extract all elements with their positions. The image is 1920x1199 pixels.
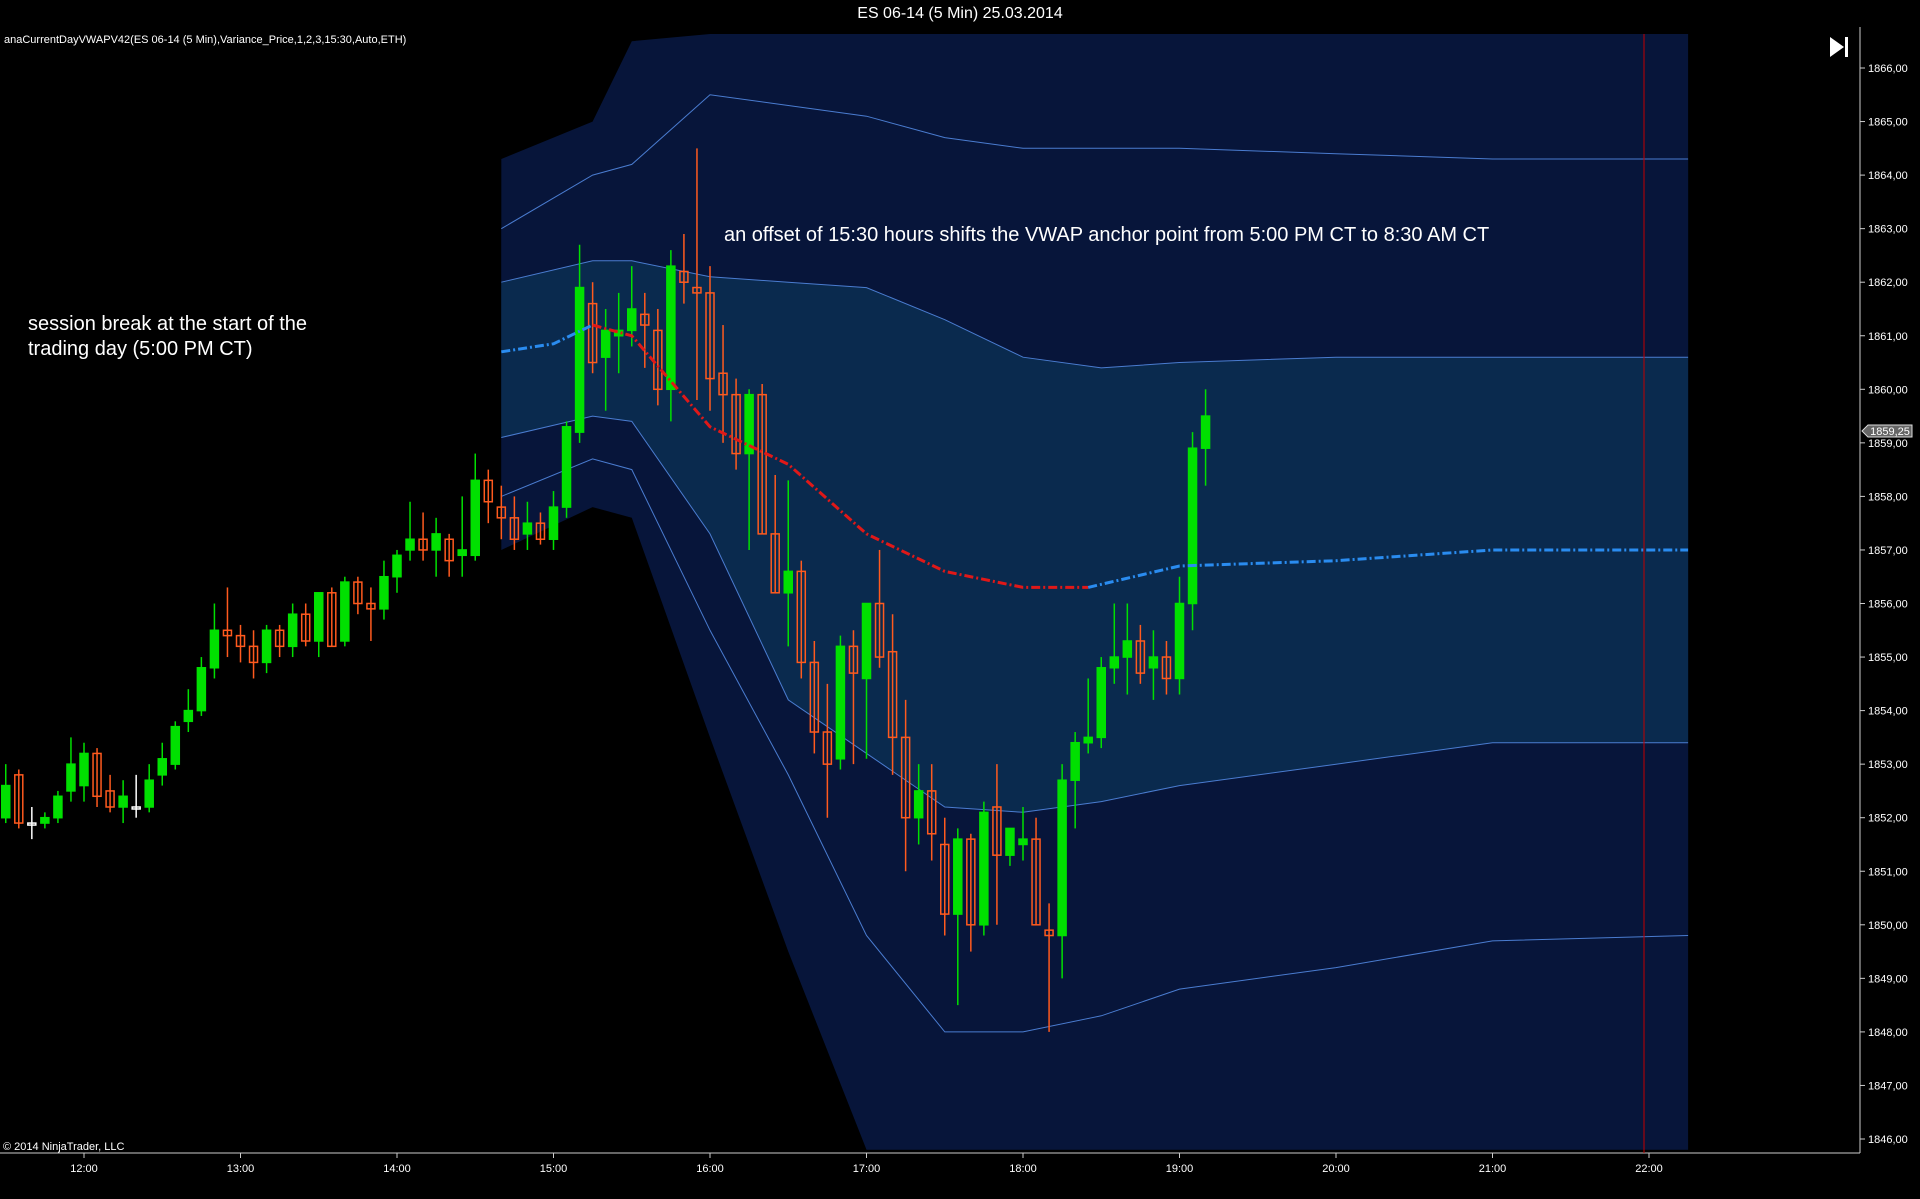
time-tick-label: 18:00 [1009,1163,1037,1175]
price-chart[interactable]: 1846,00 1847,00 1848,00 1849,00 1850,00 1851,… [0,0,1920,1199]
price-tick-label: 1857,00 [1868,545,1908,557]
candle-body [457,549,467,557]
candle [561,421,572,518]
candle-body [431,533,441,551]
candle-body [548,506,559,540]
candle [979,801,989,936]
candle-body [144,779,154,808]
price-tick-label: 1859,00 [1868,438,1908,450]
candle [1187,432,1198,631]
candle-body [40,816,50,824]
candle-body [600,329,611,358]
price-tick-label: 1855,00 [1868,652,1908,664]
price-axis: 1846,00 1847,00 1848,00 1849,00 1850,00 1851,… [1860,63,1908,1146]
candle-body [340,581,350,642]
price-tick-label: 1852,00 [1868,813,1908,825]
price-tick-label: 1851,00 [1868,866,1908,878]
time-tick-label: 21:00 [1479,1163,1507,1175]
candle-body [405,538,415,551]
candle-body [1148,656,1159,669]
candle-body [118,795,128,808]
candle-body [1200,415,1211,449]
candle [340,576,350,647]
candle-body [196,667,207,712]
candle-body [183,709,194,723]
indicator-label: anaCurrentDayVWAPV42(ES 06-14 (5 Min),Va… [4,34,406,46]
price-tick-label: 1861,00 [1868,331,1908,343]
candle-body [392,554,402,578]
candle [1096,657,1106,749]
price-tick-label: 1850,00 [1868,920,1908,932]
price-tick-label: 1865,00 [1868,117,1908,129]
candle-body [379,575,389,610]
candle-body [522,522,533,535]
offset-annotation: an offset of 15:30 hours shifts the VWAP… [724,224,1489,246]
price-tick-label: 1853,00 [1868,759,1908,771]
session-break-annotation-line2: trading day (5:00 PM CT) [28,338,253,360]
candle-body [53,795,63,819]
candle-body [66,763,76,792]
candle-body [835,645,846,760]
time-tick-label: 22:00 [1635,1163,1663,1175]
last-price-marker: 1859,25 [1861,424,1913,438]
candle [170,721,181,770]
price-tick-label: 1864,00 [1868,170,1908,182]
candle-body [157,758,167,776]
price-tick-label: 1849,00 [1868,973,1908,985]
price-tick-label: 1848,00 [1868,1027,1908,1039]
candle-body [1187,447,1198,605]
time-tick-label: 12:00 [70,1163,98,1175]
candle-body [470,479,480,557]
candle-body [1005,827,1015,856]
candle-body [913,790,924,819]
last-price-label: 1859,25 [1870,426,1910,438]
price-tick-label: 1847,00 [1868,1080,1908,1092]
time-tick-label: 19:00 [1166,1163,1194,1175]
time-tick-label: 14:00 [383,1163,411,1175]
candle-body [953,838,963,915]
time-tick-label: 16:00 [696,1163,724,1175]
candle-body [574,286,585,433]
price-tick-label: 1862,00 [1868,277,1908,289]
candle-body [1174,602,1185,680]
candle-body [861,602,872,680]
candle-body [744,393,754,455]
price-tick-label: 1863,00 [1868,224,1908,236]
candle-body [1057,779,1067,937]
time-tick-label: 20:00 [1322,1163,1350,1175]
candle-body [1070,741,1080,781]
time-tick-label: 17:00 [853,1163,881,1175]
candle-body [79,752,89,787]
candle-body [627,308,637,332]
candle-body [261,629,272,664]
candle-body [561,426,572,508]
candle-body [1,784,11,819]
candle-body [1083,736,1093,744]
price-tick-label: 1866,00 [1868,63,1908,75]
candle-body [1096,667,1106,739]
time-tick-label: 13:00 [227,1163,255,1175]
session-break-annotation-line1: session break at the start of the [28,313,307,335]
candle-body [1018,838,1028,846]
price-tick-label: 1858,00 [1868,491,1908,503]
candle-body [209,629,220,669]
price-tick-label: 1856,00 [1868,599,1908,611]
candle-body [1109,656,1120,669]
candle-body [1122,640,1133,658]
copyright-notice: © 2014 NinjaTrader, LLC [3,1141,124,1153]
price-tick-label: 1846,00 [1868,1134,1908,1146]
price-tick-label: 1860,00 [1868,384,1908,396]
candle [53,790,63,824]
candle-body [170,725,181,765]
candle-body [979,811,989,926]
candle-body [314,592,324,642]
candle-body [287,613,298,648]
price-tick-label: 1854,00 [1868,706,1908,718]
candle-body [666,265,676,391]
candle-body [783,570,793,594]
candle [835,635,846,770]
time-axis: 12:00 13:00 14:00 15:00 16:00 17:00 18:00 19:00… [70,1153,1663,1175]
time-tick-label: 15:00 [540,1163,568,1175]
